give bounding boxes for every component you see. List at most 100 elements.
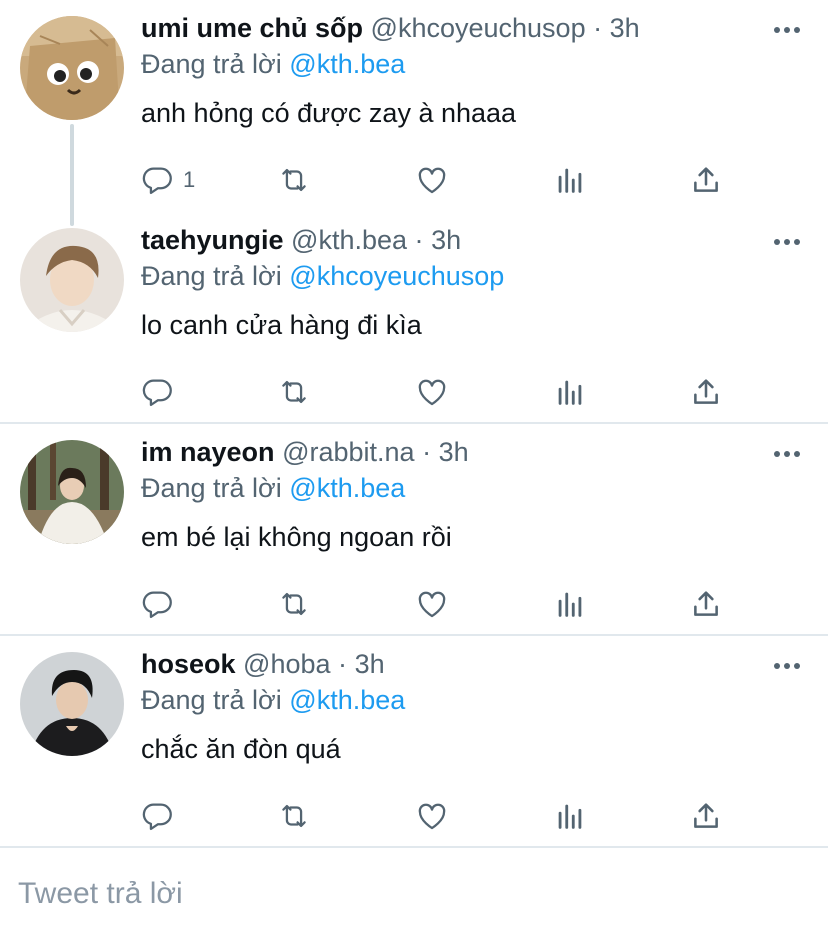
separator-dot: ·	[593, 13, 603, 43]
analytics-icon	[558, 380, 582, 405]
replying-to-line: Đang trả lời @khcoyeuchusop	[141, 260, 504, 292]
like-button[interactable]	[415, 794, 449, 838]
like-icon	[418, 379, 446, 406]
reply-button[interactable]	[141, 582, 175, 626]
analytics-button[interactable]	[553, 158, 587, 202]
tweet-1[interactable]: umi ume chủ sốp @khcoyeuchusop · 3h Đang…	[0, 0, 828, 212]
replying-to-label: Đang trả lời	[141, 49, 282, 79]
timestamp[interactable]: 3h	[431, 225, 461, 255]
separator-dot: ·	[338, 649, 348, 679]
like-icon	[418, 167, 446, 194]
display-name[interactable]: taehyungie	[141, 225, 284, 255]
reply-button[interactable]: 1	[141, 158, 195, 202]
display-name[interactable]: hoseok	[141, 649, 236, 679]
tweet-4[interactable]: hoseok @hoba · 3h Đang trả lời @kth.bea …	[0, 636, 828, 846]
like-button[interactable]	[415, 158, 449, 202]
avatar[interactable]	[20, 652, 124, 756]
replying-to-line: Đang trả lời @kth.bea	[141, 684, 405, 716]
more-options-button[interactable]	[772, 234, 802, 245]
paper-bag-avatar-image	[20, 16, 124, 120]
share-icon	[694, 379, 718, 404]
retweet-button[interactable]	[277, 370, 311, 414]
tweet-text: chắc ăn đòn quá	[141, 734, 341, 764]
tweet-actions	[141, 370, 741, 414]
share-icon	[694, 167, 718, 192]
more-options-button[interactable]	[772, 22, 802, 33]
replying-to-label: Đang trả lời	[141, 685, 282, 715]
retweet-icon	[282, 804, 306, 828]
analytics-icon	[558, 168, 582, 193]
more-options-button[interactable]	[772, 658, 802, 669]
tweet-actions	[141, 794, 741, 838]
analytics-icon	[558, 804, 582, 829]
tweet-text: anh hỏng có được zay à nhaaa	[141, 98, 517, 128]
user-handle[interactable]: @hoba	[243, 649, 330, 679]
replying-to-label: Đang trả lời	[141, 473, 282, 503]
tweet-2[interactable]: taehyungie @kth.bea · 3h Đang trả lời @k…	[0, 212, 828, 422]
avatar[interactable]	[20, 228, 124, 332]
tweet-text: em bé lại không ngoan rồi	[141, 522, 452, 552]
timestamp[interactable]: 3h	[355, 649, 385, 679]
reply-icon	[142, 379, 172, 407]
tweet-text: lo canh cửa hàng đi kìa	[141, 310, 422, 340]
more-icon	[774, 451, 800, 457]
user-handle[interactable]: @khcoyeuchusop	[371, 13, 586, 43]
display-name[interactable]: im nayeon	[141, 437, 275, 467]
tweet-header: taehyungie @kth.bea · 3h	[141, 224, 461, 256]
person-light-avatar-image	[20, 228, 124, 332]
share-button[interactable]	[689, 370, 723, 414]
analytics-button[interactable]	[553, 370, 587, 414]
share-button[interactable]	[689, 582, 723, 626]
retweet-button[interactable]	[277, 794, 311, 838]
like-button[interactable]	[415, 370, 449, 414]
retweet-icon	[282, 168, 306, 192]
separator-dot: ·	[414, 225, 424, 255]
person-forest-avatar-image	[20, 440, 124, 544]
retweet-button[interactable]	[277, 158, 311, 202]
analytics-button[interactable]	[553, 582, 587, 626]
timestamp[interactable]: 3h	[439, 437, 469, 467]
timestamp[interactable]: 3h	[610, 13, 640, 43]
reply-button[interactable]	[141, 794, 175, 838]
tweet-divider	[0, 846, 828, 848]
tweet-header: hoseok @hoba · 3h	[141, 648, 385, 680]
tweet-header: umi ume chủ sốp @khcoyeuchusop · 3h	[141, 12, 640, 44]
display-name[interactable]: umi ume chủ sốp	[141, 13, 363, 43]
tweet-header: im nayeon @rabbit.na · 3h	[141, 436, 469, 468]
retweet-icon	[282, 380, 306, 404]
reply-count: 1	[183, 167, 196, 192]
avatar[interactable]	[20, 16, 124, 120]
reply-composer[interactable]: Tweet trả lời	[0, 850, 828, 937]
more-icon	[774, 27, 800, 33]
separator-dot: ·	[422, 437, 432, 467]
more-icon	[774, 663, 800, 669]
replying-to-line: Đang trả lời @kth.bea	[141, 48, 405, 80]
replying-to-label: Đang trả lời	[141, 261, 282, 291]
replying-to-mention[interactable]: @kth.bea	[289, 473, 405, 503]
more-options-button[interactable]	[772, 446, 802, 457]
share-icon	[694, 803, 718, 828]
reply-icon	[142, 803, 172, 831]
tweet-3[interactable]: im nayeon @rabbit.na · 3h Đang trả lời @…	[0, 424, 828, 634]
replying-to-mention[interactable]: @khcoyeuchusop	[289, 261, 504, 291]
tweet-actions	[141, 582, 741, 626]
reply-button[interactable]	[141, 370, 175, 414]
reply-input[interactable]: Tweet trả lời	[18, 877, 183, 911]
like-icon	[418, 803, 446, 830]
more-icon	[774, 239, 800, 245]
replying-to-mention[interactable]: @kth.bea	[289, 685, 405, 715]
user-handle[interactable]: @rabbit.na	[282, 437, 414, 467]
share-icon	[694, 591, 718, 616]
avatar[interactable]	[20, 440, 124, 544]
person-dark-avatar-image	[20, 652, 124, 756]
analytics-button[interactable]	[553, 794, 587, 838]
user-handle[interactable]: @kth.bea	[291, 225, 407, 255]
share-button[interactable]	[689, 158, 723, 202]
retweet-button[interactable]	[277, 582, 311, 626]
share-button[interactable]	[689, 794, 723, 838]
like-icon	[418, 591, 446, 618]
reply-icon	[142, 167, 172, 195]
replying-to-mention[interactable]: @kth.bea	[289, 49, 405, 79]
like-button[interactable]	[415, 582, 449, 626]
reply-icon	[142, 591, 172, 619]
